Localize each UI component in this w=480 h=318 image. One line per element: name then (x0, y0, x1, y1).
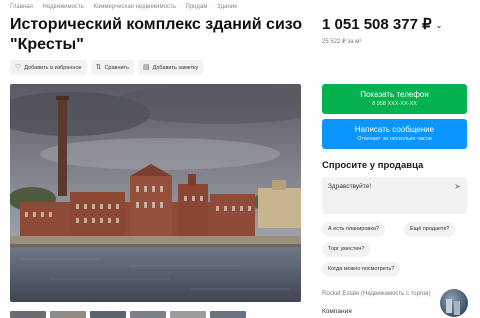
quick-question-chip[interactable]: Ещё продаете? (404, 222, 456, 237)
quick-question-chip[interactable]: Торг уместен? (322, 242, 371, 257)
photo-thumbnail[interactable] (210, 311, 246, 318)
seller-name[interactable]: Rocket Estate (Недвижимость с торгов) (322, 290, 437, 298)
photo-thumbnail[interactable] (10, 311, 46, 318)
price-per-square-meter: 25 522 ₽ за м² (322, 39, 362, 45)
reply-time: Отвечает за несколько часов (357, 136, 432, 142)
breadcrumb-separator: · (178, 4, 181, 10)
photo-thumbnail[interactable] (130, 311, 166, 318)
quick-question-chip[interactable]: А есть планировка? (322, 222, 385, 237)
compare-label: Сравнить (104, 64, 129, 71)
message-input[interactable]: Здравствуйте! ➤ (322, 177, 467, 214)
show-phone-button[interactable]: Показать телефон 8 958 XXX-XX-XX (322, 84, 467, 114)
chevron-down-icon[interactable]: ⌄ (436, 21, 443, 30)
price-value: 1 051 508 377 ₽ (322, 16, 432, 33)
send-icon[interactable]: ➤ (454, 182, 461, 191)
note-icon: ▤ (142, 64, 150, 71)
ask-seller-heading: Спросите у продавца (322, 160, 424, 171)
message-input-value: Здравствуйте! (328, 183, 372, 190)
seller-type: Компания (322, 308, 352, 315)
listing-actions: ♡ Добавить в избранное ⇅ Сравнить ▤ Доба… (10, 60, 204, 75)
compare-button[interactable]: ⇅ Сравнить (90, 60, 134, 75)
listing-main-photo[interactable] (10, 84, 301, 302)
breadcrumb-separator: · (86, 4, 89, 10)
heart-icon: ♡ (15, 64, 22, 71)
photo-thumbnail[interactable] (170, 311, 206, 318)
page-title: Исторический комплекс зданий сизо "Крест… (10, 16, 303, 53)
show-phone-label: Показать телефон (360, 90, 429, 99)
add-note-label: Добавить заметку (152, 64, 199, 71)
avatar[interactable] (440, 289, 468, 317)
breadcrumb-item[interactable]: Коммерческая недвижимость (93, 4, 175, 10)
masked-phone: 8 958 XXX-XX-XX (372, 101, 417, 107)
add-note-button[interactable]: ▤ Добавить заметку (137, 60, 204, 75)
breadcrumb-item[interactable]: Недвижимость (43, 4, 84, 10)
write-message-label: Написать сообщение (354, 125, 435, 134)
breadcrumb-separator: · (35, 4, 38, 10)
photo-thumbnail[interactable] (50, 311, 86, 318)
write-message-button[interactable]: Написать сообщение Отвечает за несколько… (322, 119, 467, 149)
photo-thumbnails (10, 311, 246, 318)
breadcrumb-separator: · (210, 4, 213, 10)
breadcrumb-item[interactable]: Продам (186, 4, 208, 10)
photo-thumbnail[interactable] (90, 311, 126, 318)
add-to-favorites-label: Добавить в избранное (24, 64, 82, 71)
breadcrumb: Главная · Недвижимость · Коммерческая недв… (10, 4, 240, 10)
breadcrumb-item[interactable]: Здание (217, 4, 237, 10)
price[interactable]: 1 051 508 377 ₽ ⌄ (322, 15, 442, 33)
compare-icon: ⇅ (95, 64, 102, 71)
quick-question-chip[interactable]: Когда можно посмотреть? (322, 262, 401, 277)
add-to-favorites-button[interactable]: ♡ Добавить в избранное (10, 60, 87, 75)
breadcrumb-item[interactable]: Главная (10, 4, 33, 10)
